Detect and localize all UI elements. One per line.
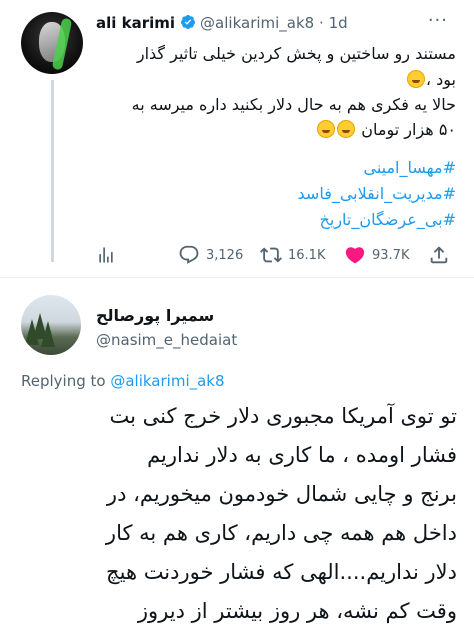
- laughing-emoji-icon: [406, 70, 425, 88]
- parent-tweet-header: ali karimi @alikarimi_ak8 · 1d: [96, 14, 348, 32]
- reply-text-line: برنج و چایی شمال خودمون میخوریم، در: [106, 482, 457, 506]
- hashtag-link[interactable]: #مهسا_امینی: [363, 158, 456, 177]
- tears-of-joy-emoji-icon: [317, 120, 336, 138]
- views-icon: [99, 247, 113, 263]
- views-button[interactable]: [96, 244, 122, 266]
- thread-connector-line: [51, 80, 54, 262]
- tweet-divider: [0, 277, 474, 278]
- reply-text-line: تو توی آمریکا مجبوری دلار خرج کنی بت: [109, 404, 457, 428]
- tweet-text-line-2-wrap: بود ،: [406, 70, 456, 89]
- reply-author-handle[interactable]: @nasim_e_hedaiat: [96, 331, 237, 349]
- more-options-icon[interactable]: ···: [428, 10, 448, 31]
- tweet-time[interactable]: 1d: [329, 14, 348, 32]
- like-count: 93.7K: [372, 247, 410, 263]
- like-heart-icon: [345, 247, 365, 264]
- replying-to-line: Replying to @alikarimi_ak8: [21, 372, 225, 390]
- author-display-name[interactable]: ali karimi: [96, 14, 175, 32]
- tweet-text-line-1: مستند رو ساختین و پخش کردین خیلی تاثیر گ…: [136, 44, 456, 63]
- reply-text-line: فشار اومده ، ما کاری به دلار نداریم: [147, 443, 457, 467]
- reply-author-display-name[interactable]: سمیرا پورصالح: [96, 306, 214, 325]
- avatar-ali-karimi[interactable]: [21, 12, 83, 74]
- reply-icon: [179, 245, 199, 264]
- tweet-text-line-4-wrap: ۵۰ هزار تومان: [316, 120, 456, 139]
- reply-button[interactable]: 3,126: [178, 244, 243, 266]
- tweet-text-line-2: بود ،: [425, 70, 456, 89]
- share-button[interactable]: [428, 244, 456, 266]
- laughing-emoji-icon: [337, 120, 356, 138]
- replying-to-handle-link[interactable]: @alikarimi_ak8: [110, 372, 224, 390]
- share-icon: [430, 246, 448, 264]
- reply-text-line: دلار نداریم....الهی که فشار خوردنت هیچ: [106, 560, 457, 584]
- reply-count: 3,126: [206, 247, 244, 263]
- replying-to-label: Replying to: [21, 372, 106, 390]
- header-separator: ·: [319, 14, 324, 32]
- author-handle[interactable]: @alikarimi_ak8: [200, 14, 314, 32]
- reply-text-line: وقت کم نشه، هر روز بیشتر از دیروز: [137, 599, 457, 623]
- hashtag-link[interactable]: #بی_عرضگان_تاریخ: [320, 210, 456, 229]
- like-button[interactable]: 93.7K: [344, 244, 409, 266]
- tweet-text-line-3: حالا یه فکری هم به حال دلار بکنید داره م…: [131, 95, 456, 114]
- retweet-icon: [260, 247, 282, 263]
- retweet-button[interactable]: 16.1K: [260, 244, 325, 266]
- reply-text-line: داخل هم همه چی داریم، کاری هم به کار: [105, 521, 457, 545]
- avatar-reply-author[interactable]: [21, 295, 81, 355]
- tweet-text-line-4: ۵۰ هزار تومان: [361, 120, 456, 139]
- hashtag-link[interactable]: #مدیریت_انقلابی_فاسد: [298, 184, 456, 203]
- retweet-count: 16.1K: [288, 247, 326, 263]
- verified-badge-icon: [181, 15, 196, 29]
